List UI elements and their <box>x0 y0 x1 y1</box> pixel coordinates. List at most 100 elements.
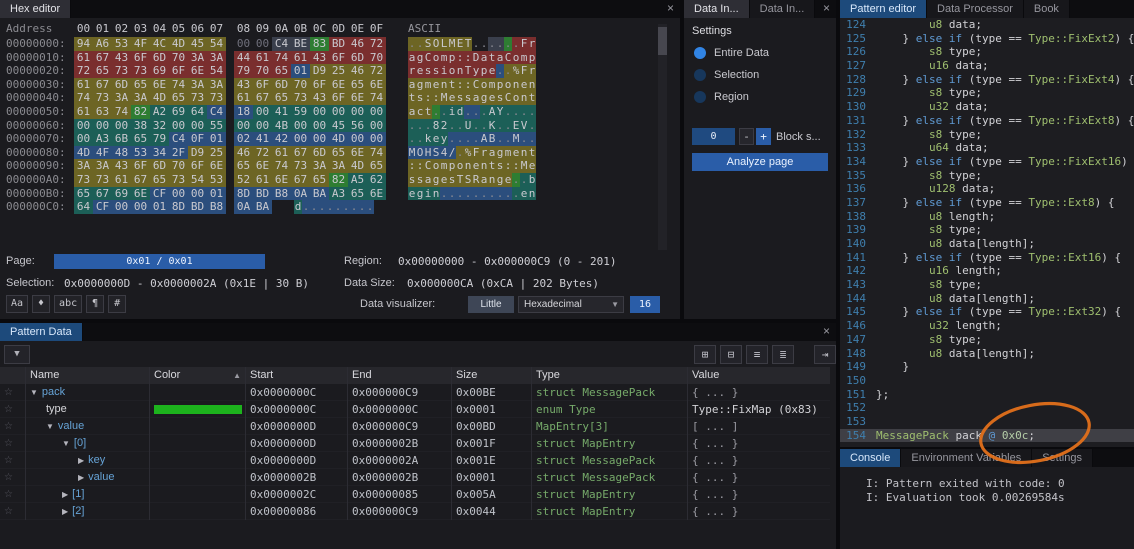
ascii-char[interactable]: . <box>456 119 464 133</box>
hex-byte[interactable]: 6D <box>150 159 169 173</box>
hex-byte[interactable]: 6D <box>112 78 131 92</box>
ascii-char[interactable]: . <box>520 105 528 119</box>
expand-arrow-icon[interactable]: ▶ <box>62 490 68 499</box>
ascii-char[interactable]: t <box>528 146 536 160</box>
favorite-star-icon[interactable]: ☆ <box>0 435 26 452</box>
hex-byte[interactable]: C4 <box>207 105 226 119</box>
pattern-table-row[interactable]: ☆▶value0x0000002B0x0000002B0x0001struct … <box>0 469 830 486</box>
hex-byte[interactable]: 69 <box>169 105 188 119</box>
grid-view-button[interactable]: ⊞ <box>694 345 716 364</box>
hex-byte[interactable]: 6E <box>348 146 367 160</box>
ascii-char[interactable]: O <box>432 37 440 51</box>
hex-byte[interactable]: 00 <box>253 105 272 119</box>
ascii-char[interactable]: . <box>432 105 440 119</box>
ascii-char[interactable]: n <box>432 187 440 201</box>
ascii-char[interactable]: . <box>496 119 504 133</box>
ascii-char[interactable]: Y <box>496 105 504 119</box>
favorite-star-icon[interactable]: ☆ <box>0 503 26 520</box>
symbol-toggle-button[interactable]: ♦ <box>32 295 50 313</box>
ascii-char[interactable]: d <box>456 105 464 119</box>
hex-byte[interactable]: 70 <box>291 78 310 92</box>
ascii-char[interactable]: . <box>520 132 528 146</box>
ascii-char[interactable]: L <box>440 37 448 51</box>
hex-byte[interactable]: 65 <box>131 132 150 146</box>
hex-scrollbar[interactable] <box>658 24 667 250</box>
hex-byte[interactable]: 45 <box>188 37 207 51</box>
ascii-char[interactable]: . <box>448 119 456 133</box>
analyze-button[interactable]: Analyze page <box>692 153 828 171</box>
ascii-char[interactable]: n <box>520 146 528 160</box>
ascii-char[interactable]: e <box>472 159 480 173</box>
column-header-color[interactable]: Color▲ <box>150 367 246 384</box>
ascii-char[interactable]: s <box>464 91 472 105</box>
hex-byte[interactable]: 00 <box>253 119 272 133</box>
hex-byte[interactable]: 6F <box>253 78 272 92</box>
ascii-char[interactable]: . <box>504 132 512 146</box>
ascii-char[interactable]: : <box>456 51 464 65</box>
ascii-view-toggle-button[interactable]: abc <box>54 295 82 313</box>
ascii-char[interactable]: t <box>528 91 536 105</box>
hex-byte[interactable]: 73 <box>131 64 150 78</box>
hex-byte[interactable]: 0A <box>234 200 253 214</box>
hex-byte[interactable]: 63 <box>93 105 112 119</box>
hex-byte[interactable]: 67 <box>93 187 112 201</box>
ascii-char[interactable]: : <box>464 78 472 92</box>
hex-byte[interactable]: 64 <box>74 200 93 214</box>
ascii-char[interactable]: i <box>440 64 448 78</box>
code-line[interactable]: 143 s8 type; <box>840 278 1134 292</box>
code-line[interactable]: 141 } else if (type == Type::Ext16) { <box>840 251 1134 265</box>
collapse-arrow-icon[interactable]: ▼ <box>46 422 54 431</box>
visualizer-dropdown[interactable]: Hexadecimal▼ <box>518 296 624 313</box>
hex-byte[interactable]: 83 <box>310 37 329 51</box>
ascii-char[interactable]: a <box>408 78 416 92</box>
ascii-char[interactable]: n <box>520 91 528 105</box>
hex-byte[interactable]: A2 <box>150 105 169 119</box>
hex-byte[interactable]: 00 <box>348 132 367 146</box>
hex-byte[interactable]: 00 <box>310 105 329 119</box>
hex-byte[interactable]: 52 <box>234 173 253 187</box>
ascii-char[interactable]: g <box>432 173 440 187</box>
hex-byte[interactable]: 74 <box>367 146 386 160</box>
ascii-char[interactable]: . <box>504 187 512 201</box>
hex-byte[interactable]: 73 <box>188 91 207 105</box>
hex-byte[interactable]: 53 <box>131 146 150 160</box>
hex-byte[interactable]: 6D <box>310 146 329 160</box>
hex-byte[interactable]: 00 <box>234 119 253 133</box>
hex-byte[interactable]: 3A <box>93 159 112 173</box>
pattern-name[interactable]: ▶key <box>26 452 150 469</box>
hex-byte[interactable]: 6F <box>310 78 329 92</box>
code-line[interactable]: 124 u8 data; <box>840 18 1134 32</box>
code-line[interactable]: 147 s8 type; <box>840 333 1134 347</box>
ascii-char[interactable]: s <box>416 173 424 187</box>
hex-byte[interactable]: 65 <box>93 64 112 78</box>
ascii-char[interactable]: r <box>528 64 536 78</box>
collapse-arrow-icon[interactable]: ▼ <box>62 439 70 448</box>
ascii-char[interactable]: r <box>408 64 416 78</box>
ascii-char[interactable]: 8 <box>432 119 440 133</box>
ascii-char[interactable]: . <box>358 200 366 214</box>
ascii-char[interactable]: E <box>512 119 520 133</box>
hex-byte[interactable]: 4D <box>329 132 348 146</box>
ascii-char[interactable]: U <box>464 119 472 133</box>
ascii-char[interactable]: n <box>528 78 536 92</box>
ascii-char[interactable]: . <box>480 105 488 119</box>
hex-byte[interactable]: C4 <box>272 37 291 51</box>
ascii-char[interactable]: S <box>424 37 432 51</box>
column-header-type[interactable]: Type <box>532 367 688 384</box>
ascii-char[interactable]: V <box>520 119 528 133</box>
hex-byte[interactable]: 79 <box>234 64 253 78</box>
ascii-char[interactable]: m <box>440 51 448 65</box>
hex-byte[interactable]: 00 <box>291 132 310 146</box>
hex-byte[interactable]: 01 <box>291 64 310 78</box>
ascii-char[interactable]: . <box>528 132 536 146</box>
hex-byte[interactable]: 61 <box>234 91 253 105</box>
ascii-char[interactable]: . <box>440 187 448 201</box>
ascii-char[interactable]: a <box>424 173 432 187</box>
ascii-char[interactable]: . <box>496 64 504 78</box>
tab-pattern-data[interactable]: Pattern Data <box>0 323 83 341</box>
ascii-char[interactable]: S <box>432 146 440 160</box>
ascii-char[interactable]: M <box>408 146 416 160</box>
code-line[interactable]: 129 s8 type; <box>840 86 1134 100</box>
hex-byte[interactable]: 59 <box>291 105 310 119</box>
pattern-table-row[interactable]: ☆▼value0x0000000D0x000000C90x00BDMapEntr… <box>0 418 830 435</box>
